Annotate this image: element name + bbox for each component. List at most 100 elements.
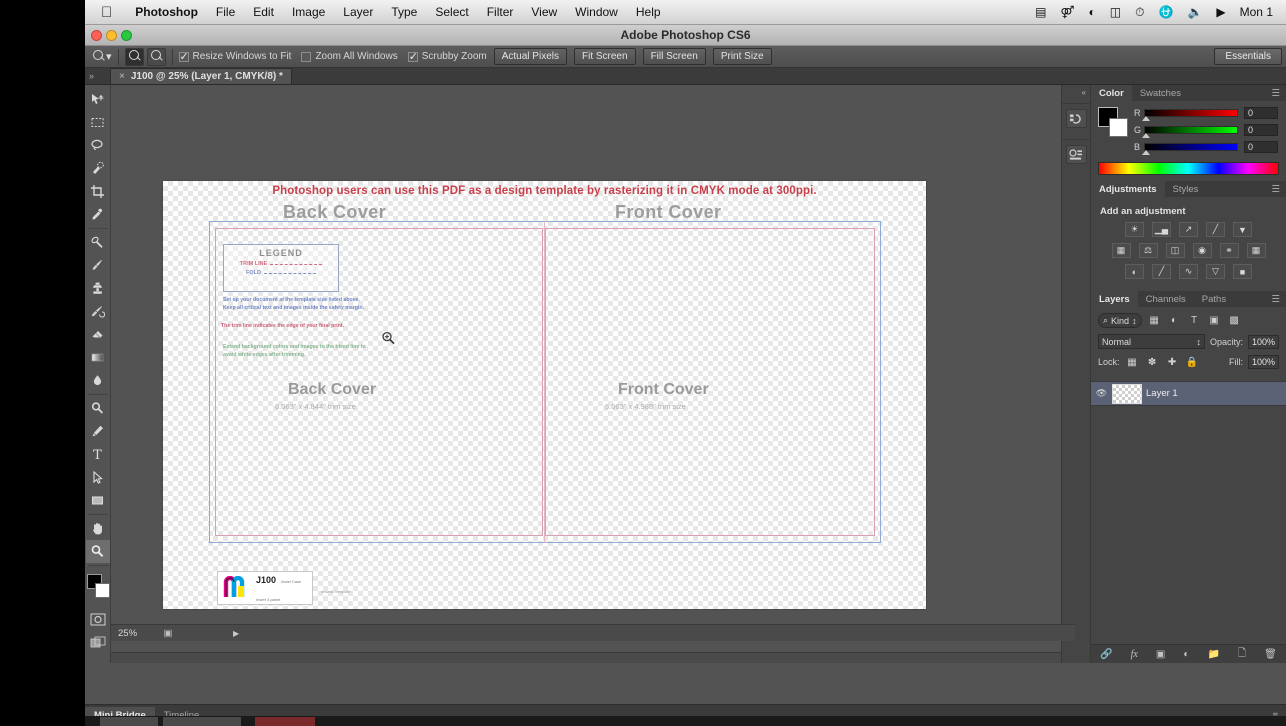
- lasso-tool[interactable]: [86, 134, 110, 157]
- gradient-map-icon[interactable]: ▽: [1206, 264, 1225, 279]
- green-slider[interactable]: [1142, 126, 1238, 138]
- zoom-level-field[interactable]: 25%: [111, 628, 155, 639]
- slider-thumb[interactable]: [1142, 116, 1150, 121]
- taskbar-item[interactable]: [255, 717, 315, 726]
- tab-layers[interactable]: Layers: [1091, 291, 1138, 307]
- menu-help[interactable]: Help: [627, 5, 670, 19]
- adjustments-panel-menu-icon[interactable]: ☰: [1263, 181, 1286, 197]
- zoom-tool[interactable]: [85, 540, 110, 563]
- move-tool[interactable]: [86, 88, 110, 111]
- background-swatch[interactable]: [1109, 118, 1128, 137]
- type-filter-icon[interactable]: T: [1187, 314, 1202, 328]
- red-slider[interactable]: [1142, 109, 1238, 121]
- scrubby-zoom-checkbox[interactable]: [407, 50, 418, 63]
- path-selection-tool[interactable]: [86, 466, 110, 489]
- gradient-tool[interactable]: [86, 346, 110, 369]
- binoculars-icon[interactable]: ⚤: [1053, 5, 1081, 19]
- actual-pixels-button[interactable]: Actual Pixels: [493, 48, 567, 65]
- menu-edit[interactable]: Edit: [244, 5, 283, 19]
- zoom-tool-icon[interactable]: [91, 49, 106, 64]
- chevron-down-icon[interactable]: ↕: [1132, 316, 1137, 326]
- pen-tool[interactable]: [86, 420, 110, 443]
- tab-paths[interactable]: Paths: [1194, 291, 1234, 307]
- properties-dock-group[interactable]: [1062, 139, 1090, 169]
- document-canvas[interactable]: Photoshop users can use this PDF as a de…: [163, 181, 926, 609]
- zoom-all-windows-checkbox[interactable]: [301, 51, 312, 62]
- quick-mask-icon[interactable]: [86, 608, 110, 631]
- eyedropper-tool[interactable]: [86, 203, 110, 226]
- healing-brush-tool[interactable]: [86, 231, 110, 254]
- wifi-icon[interactable]: ◐: [1082, 5, 1103, 19]
- history-panel-icon[interactable]: [1065, 109, 1087, 128]
- timemachine-icon[interactable]: ⏱: [1128, 5, 1151, 20]
- lock-image-icon[interactable]: ✽: [1145, 355, 1160, 369]
- canvas-horizontal-scrollbar[interactable]: [111, 652, 1064, 663]
- blend-mode-select[interactable]: Normal ↕: [1098, 334, 1205, 349]
- quick-selection-tool[interactable]: [86, 157, 110, 180]
- link-layers-icon[interactable]: 🔗: [1100, 649, 1112, 660]
- history-dock-group[interactable]: [1062, 103, 1090, 133]
- taskbar-item[interactable]: [100, 717, 158, 726]
- hand-tool[interactable]: [86, 517, 110, 540]
- photo-filter-icon[interactable]: ◉: [1192, 243, 1212, 258]
- type-tool[interactable]: T: [86, 443, 110, 466]
- dodge-tool[interactable]: [86, 397, 110, 420]
- menu-image[interactable]: Image: [283, 5, 334, 19]
- fill-screen-button[interactable]: Fill Screen: [642, 48, 706, 65]
- menu-photoshop[interactable]: Photoshop: [126, 5, 207, 19]
- tab-styles[interactable]: Styles: [1165, 181, 1207, 197]
- layers-panel-menu-icon[interactable]: ☰: [1263, 291, 1286, 307]
- menubar-clock[interactable]: Mon 1: [1233, 5, 1280, 19]
- brush-tool[interactable]: [86, 254, 110, 277]
- levels-icon[interactable]: ▁▄: [1152, 222, 1171, 237]
- new-group-icon[interactable]: 📁: [1208, 649, 1220, 660]
- bluetooth-icon[interactable]: ⛎: [1152, 5, 1181, 19]
- color-swatches[interactable]: [86, 572, 110, 602]
- collapse-panels-icon[interactable]: «: [1062, 88, 1090, 97]
- volume-icon[interactable]: 🔈: [1180, 5, 1209, 19]
- fit-screen-button[interactable]: Fit Screen: [573, 48, 636, 65]
- zoom-out-button[interactable]: [146, 47, 166, 66]
- black-white-icon[interactable]: ◫: [1165, 243, 1185, 258]
- properties-panel-icon[interactable]: [1065, 145, 1087, 164]
- blue-value[interactable]: 0: [1244, 141, 1278, 153]
- close-icon[interactable]: ×: [119, 71, 125, 82]
- channel-mixer-icon[interactable]: ⚭: [1219, 243, 1239, 258]
- menu-type[interactable]: Type: [382, 5, 426, 19]
- pixel-filter-icon[interactable]: ▦: [1147, 314, 1162, 328]
- green-value[interactable]: 0: [1244, 124, 1278, 136]
- expand-arrows-icon[interactable]: »: [85, 71, 110, 84]
- layer-name[interactable]: Layer 1: [1146, 388, 1178, 399]
- history-brush-tool[interactable]: [86, 300, 110, 323]
- delete-layer-icon[interactable]: 🗑: [1264, 649, 1277, 660]
- print-size-button[interactable]: Print Size: [712, 48, 772, 65]
- color-panel-menu-icon[interactable]: ☰: [1263, 85, 1286, 101]
- resize-windows-checkbox[interactable]: [178, 50, 189, 63]
- eject-icon[interactable]: ▶: [1209, 5, 1232, 19]
- crop-tool[interactable]: [86, 180, 110, 203]
- hue-saturation-icon[interactable]: ▦: [1111, 243, 1131, 258]
- tool-preset-chevron-icon[interactable]: ▾: [106, 50, 112, 63]
- adjustment-filter-icon[interactable]: ◐: [1167, 314, 1182, 328]
- workspace-essentials-button[interactable]: Essentials: [1214, 48, 1282, 65]
- tab-adjustments[interactable]: Adjustments: [1091, 181, 1165, 197]
- screen-mode-icon[interactable]: [86, 631, 110, 654]
- chevron-updown-icon[interactable]: ↕: [1196, 337, 1201, 347]
- status-expand-arrow-icon[interactable]: ▶: [181, 629, 239, 638]
- screen-record-icon[interactable]: ▤: [1028, 5, 1053, 19]
- background-color-swatch[interactable]: [94, 583, 110, 598]
- document-tab[interactable]: × J100 @ 25% (Layer 1, CMYK/8) *: [110, 68, 292, 84]
- layer-row-layer-1[interactable]: 👁 Layer 1: [1091, 381, 1286, 406]
- opacity-value[interactable]: 100%: [1247, 334, 1279, 349]
- tab-channels[interactable]: Channels: [1138, 291, 1194, 307]
- adjustment-layer-icon[interactable]: ◐: [1183, 649, 1189, 660]
- tab-swatches[interactable]: Swatches: [1132, 85, 1189, 101]
- layer-visibility-icon[interactable]: 👁: [1095, 388, 1108, 399]
- selective-color-icon[interactable]: ■: [1233, 264, 1252, 279]
- doc-info-icon[interactable]: ▣: [155, 628, 181, 639]
- blue-channel-row[interactable]: B 0: [1134, 141, 1279, 155]
- fill-value[interactable]: 100%: [1247, 355, 1279, 369]
- red-value[interactable]: 0: [1244, 107, 1278, 119]
- color-balance-icon[interactable]: ⚖: [1138, 243, 1158, 258]
- red-channel-row[interactable]: R 0: [1134, 107, 1279, 121]
